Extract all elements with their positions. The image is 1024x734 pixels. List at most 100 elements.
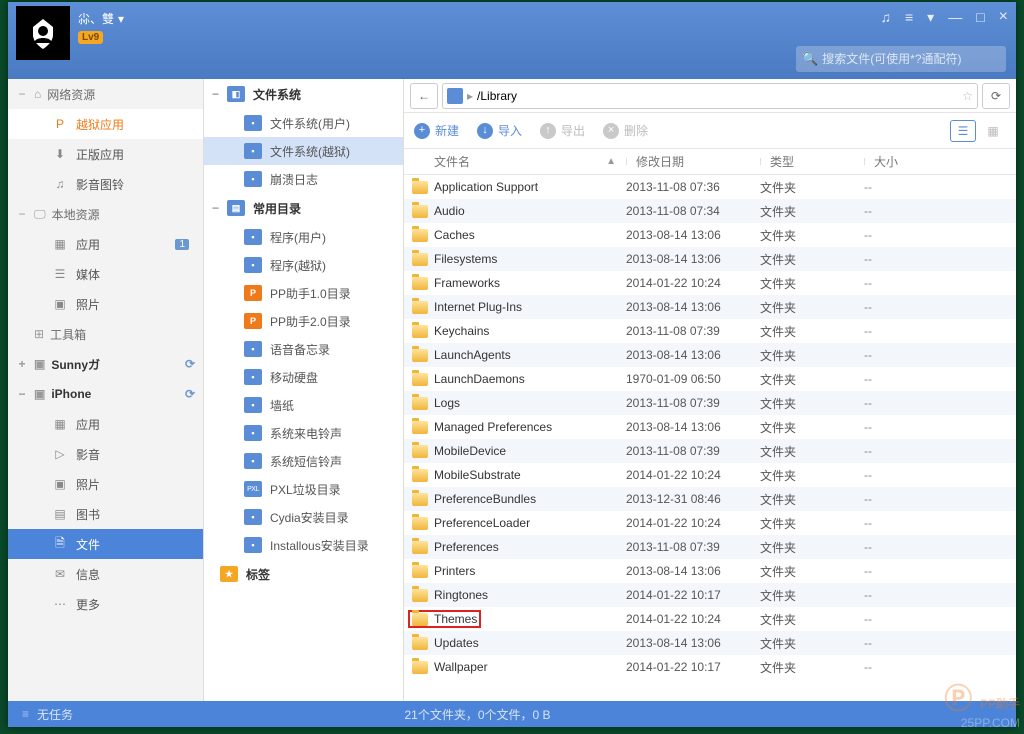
mid-item[interactable]: ▪ Cydia安装目录 <box>204 503 403 531</box>
mid-item[interactable]: ▪ 语音备忘录 <box>204 335 403 363</box>
file-type: 文件夹 <box>760 635 864 652</box>
mid-section-header[interactable]: − ▤ 常用目录 <box>204 193 403 223</box>
file-row[interactable]: Ringtones 2014-01-22 10:17 文件夹 -- <box>404 583 1016 607</box>
mid-item[interactable]: ▪ 系统短信铃声 <box>204 447 403 475</box>
sidebar-item[interactable]: ▦ 应用 1 <box>8 229 203 259</box>
mid-item[interactable]: ▪ 程序(用户) <box>204 223 403 251</box>
grid-view-button[interactable]: ▦ <box>980 120 1006 142</box>
sync-icon[interactable]: ⟳ <box>185 387 195 401</box>
sidebar-item[interactable]: ▤ 图书 <box>8 499 203 529</box>
item-label: 更多 <box>76 596 100 613</box>
sidebar-item[interactable]: ⋯ 更多 <box>8 589 203 619</box>
mid-item[interactable]: ▪ 文件系统(用户) <box>204 109 403 137</box>
file-date: 1970-01-09 06:50 <box>626 372 760 386</box>
tasks-label[interactable]: 无任务 <box>37 706 73 723</box>
file-row[interactable]: Printers 2013-08-14 13:06 文件夹 -- <box>404 559 1016 583</box>
path-input[interactable] <box>477 89 958 103</box>
sidebar-item[interactable]: ⬇ 正版应用 <box>8 139 203 169</box>
sidebar-item[interactable]: ✉ 信息 <box>8 559 203 589</box>
file-row[interactable]: Keychains 2013-11-08 07:39 文件夹 -- <box>404 319 1016 343</box>
music-icon[interactable]: ♫ <box>880 9 891 25</box>
export-button[interactable]: ↑导出 <box>540 122 585 139</box>
column-name[interactable]: 文件名 <box>434 153 470 170</box>
group-icon: ▣ <box>34 357 45 371</box>
file-row[interactable]: MobileDevice 2013-11-08 07:39 文件夹 -- <box>404 439 1016 463</box>
file-row[interactable]: Audio 2013-11-08 07:34 文件夹 -- <box>404 199 1016 223</box>
mid-section-header[interactable]: ★ 标签 <box>204 559 403 589</box>
column-date[interactable]: 修改日期 <box>636 155 684 169</box>
mid-item[interactable]: ▪ 程序(越狱) <box>204 251 403 279</box>
file-date: 2013-08-14 13:06 <box>626 252 760 266</box>
sidebar-group-header[interactable]: − ⌂ 网络资源 <box>8 79 203 109</box>
sidebar-group-header[interactable]: − 🖵 本地资源 <box>8 199 203 229</box>
mid-item[interactable]: ▪ 文件系统(越狱) <box>204 137 403 165</box>
file-row[interactable]: Themes 2014-01-22 10:24 文件夹 -- <box>404 607 1016 631</box>
feedback-icon[interactable]: ≡ <box>905 9 913 25</box>
import-button[interactable]: ↓导入 <box>477 122 522 139</box>
back-button[interactable]: ← <box>410 83 438 109</box>
column-type[interactable]: 类型 <box>770 155 794 169</box>
file-row[interactable]: Managed Preferences 2013-08-14 13:06 文件夹… <box>404 415 1016 439</box>
sync-icon[interactable]: ⟳ <box>185 357 195 371</box>
file-size: -- <box>864 276 1016 290</box>
avatar[interactable] <box>16 6 70 60</box>
search-input[interactable] <box>822 52 1000 66</box>
folder-icon <box>412 661 428 674</box>
delete-button[interactable]: ×删除 <box>603 122 648 139</box>
file-row[interactable]: Internet Plug-Ins 2013-08-14 13:06 文件夹 -… <box>404 295 1016 319</box>
mid-item[interactable]: P PP助手1.0目录 <box>204 279 403 307</box>
folder-icon <box>412 589 428 602</box>
file-row[interactable]: Application Support 2013-11-08 07:36 文件夹… <box>404 175 1016 199</box>
file-row[interactable]: LaunchAgents 2013-08-14 13:06 文件夹 -- <box>404 343 1016 367</box>
search-box[interactable]: 🔍 <box>796 46 1006 72</box>
minimize-button[interactable]: — <box>948 9 962 25</box>
file-row[interactable]: Filesystems 2013-08-14 13:06 文件夹 -- <box>404 247 1016 271</box>
chevron-down-icon[interactable]: ▾ <box>118 12 124 26</box>
item-label: 影音图铃 <box>76 176 124 193</box>
file-row[interactable]: Logs 2013-11-08 07:39 文件夹 -- <box>404 391 1016 415</box>
path-input-container[interactable]: ▸ ☆ <box>442 83 978 109</box>
file-row[interactable]: LaunchDaemons 1970-01-09 06:50 文件夹 -- <box>404 367 1016 391</box>
level-badge: Lv9 <box>78 31 103 44</box>
mid-item[interactable]: ▪ 墙纸 <box>204 391 403 419</box>
mid-item[interactable]: PXL PXL垃圾目录 <box>204 475 403 503</box>
close-button[interactable]: × <box>999 8 1008 26</box>
file-date: 2013-08-14 13:06 <box>626 636 760 650</box>
sidebar-item[interactable]: 🗎 文件 <box>8 529 203 559</box>
sidebar-item[interactable]: ▣ 照片 <box>8 289 203 319</box>
column-size[interactable]: 大小 <box>874 155 898 169</box>
file-row[interactable]: Caches 2013-08-14 13:06 文件夹 -- <box>404 223 1016 247</box>
file-row[interactable]: PreferenceLoader 2014-01-22 10:24 文件夹 -- <box>404 511 1016 535</box>
mid-item[interactable]: ▪ 崩溃日志 <box>204 165 403 193</box>
sidebar-item[interactable]: ▷ 影音 <box>8 439 203 469</box>
bookmark-star-icon[interactable]: ☆ <box>962 89 973 103</box>
username[interactable]: 尛、雙 <box>78 10 114 27</box>
file-row[interactable]: Updates 2013-08-14 13:06 文件夹 -- <box>404 631 1016 655</box>
sidebar-group-header[interactable]: ⊞ 工具箱 <box>8 319 203 349</box>
file-row[interactable]: Frameworks 2014-01-22 10:24 文件夹 -- <box>404 271 1016 295</box>
file-row[interactable]: MobileSubstrate 2014-01-22 10:24 文件夹 -- <box>404 463 1016 487</box>
columns-header[interactable]: 文件名▲ 修改日期 类型 大小 <box>404 149 1016 175</box>
mid-section-header[interactable]: − ◧ 文件系统 <box>204 79 403 109</box>
menu-dropdown-icon[interactable]: ▾ <box>927 9 934 26</box>
mid-item[interactable]: ▪ Installous安装目录 <box>204 531 403 559</box>
file-size: -- <box>864 516 1016 530</box>
maximize-button[interactable]: □ <box>976 9 984 25</box>
file-row[interactable]: Wallpaper 2014-01-22 10:17 文件夹 -- <box>404 655 1016 679</box>
mid-item[interactable]: P PP助手2.0目录 <box>204 307 403 335</box>
refresh-button[interactable]: ⟳ <box>982 83 1010 109</box>
file-row[interactable]: PreferenceBundles 2013-12-31 08:46 文件夹 -… <box>404 487 1016 511</box>
mid-item[interactable]: ▪ 移动硬盘 <box>204 363 403 391</box>
mid-item[interactable]: ▪ 系统来电铃声 <box>204 419 403 447</box>
sidebar-item[interactable]: ▦ 应用 <box>8 409 203 439</box>
sidebar-item[interactable]: ♫ 影音图铃 <box>8 169 203 199</box>
list-view-button[interactable]: ☰ <box>950 120 976 142</box>
sidebar-item[interactable]: P 越狱应用 <box>8 109 203 139</box>
sidebar-group-header[interactable]: + ▣ Sunnyガ ⟳ <box>8 349 203 379</box>
file-row[interactable]: Preferences 2013-11-08 07:39 文件夹 -- <box>404 535 1016 559</box>
sidebar-item[interactable]: ▣ 照片 <box>8 469 203 499</box>
sidebar-item[interactable]: ☰ 媒体 <box>8 259 203 289</box>
new-button[interactable]: +新建 <box>414 122 459 139</box>
file-list[interactable]: Application Support 2013-11-08 07:36 文件夹… <box>404 175 1016 701</box>
sidebar-group-header[interactable]: − ▣ iPhone ⟳ <box>8 379 203 409</box>
